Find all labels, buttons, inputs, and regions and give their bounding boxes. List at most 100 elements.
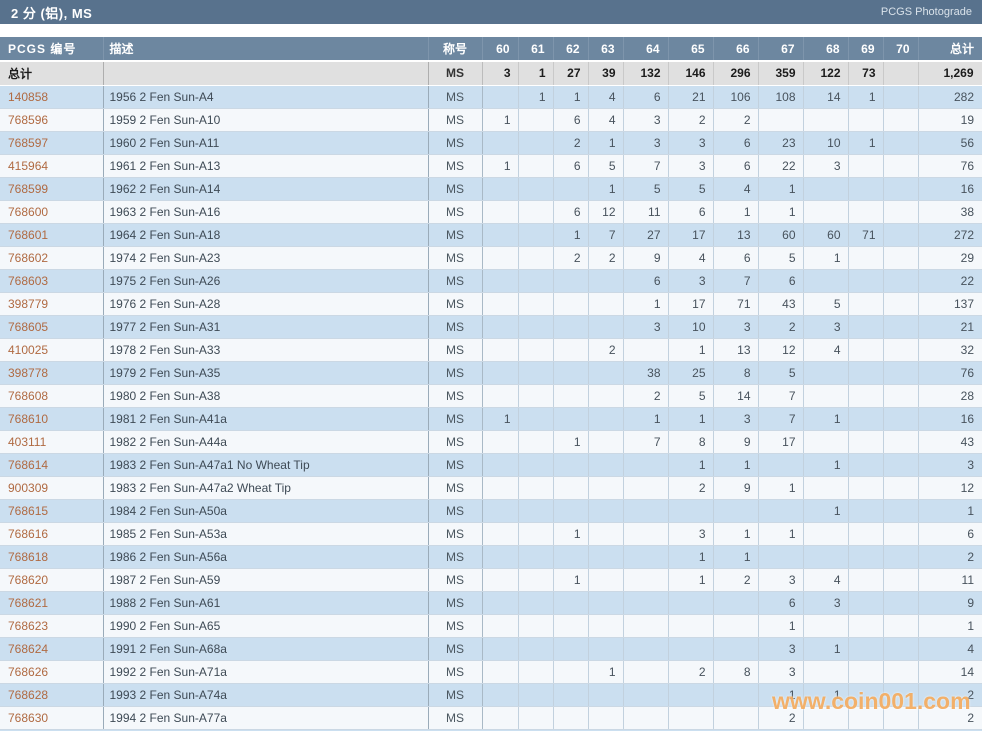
grade-count-70 [883,85,918,108]
coin-description: 1956 2 Fen Sun-A4 [103,85,428,108]
grade-count-69 [848,246,883,269]
grade-count-60 [482,361,518,384]
coin-description: 1962 2 Fen Sun-A14 [103,177,428,200]
grade-count-70 [883,384,918,407]
grade-count-70 [883,223,918,246]
pcgs-number-link[interactable]: 768628 [0,683,103,706]
grade-count-61 [518,614,553,637]
grade-count-63: 2 [588,338,623,361]
grade-count-66: 8 [713,361,758,384]
grade-count-62 [553,499,588,522]
pcgs-number-link[interactable]: 768610 [0,407,103,430]
grade-count-62 [553,706,588,729]
grade-count-62: 6 [553,108,588,131]
grade-count-60: 1 [482,108,518,131]
grade-count-60 [482,246,518,269]
pcgs-number-link[interactable]: 768626 [0,660,103,683]
grade-count-65: 1 [668,338,713,361]
grade-count-65: 3 [668,269,713,292]
grade-count-65: 2 [668,660,713,683]
coin-description: 1987 2 Fen Sun-A59 [103,568,428,591]
pcgs-number-link[interactable]: 768608 [0,384,103,407]
grade-count-66: 9 [713,430,758,453]
grade-count-64: 1 [623,292,668,315]
row-total-cell: 3 [918,453,982,476]
grade-count-65 [668,614,713,637]
designation-cell: MS [428,85,482,108]
grade-count-68 [803,177,848,200]
grade-count-63: 1 [588,660,623,683]
grade-count-63 [588,683,623,706]
pcgs-number-link[interactable]: 768597 [0,131,103,154]
table-row: 398779 1976 2 Fen Sun-A28 MS 1 17 71 43 … [0,292,982,315]
pcgs-number-link[interactable]: 768596 [0,108,103,131]
designation-cell: MS [428,430,482,453]
grade-count-65: 25 [668,361,713,384]
pcgs-number-link[interactable]: 900309 [0,476,103,499]
pcgs-number-link[interactable]: 403111 [0,430,103,453]
pcgs-number-link[interactable]: 140858 [0,85,103,108]
pcgs-photograde-link[interactable]: PCGS Photograde [881,6,972,18]
grade-count-70 [883,637,918,660]
grade-count-68: 1 [803,453,848,476]
pcgs-number-link[interactable]: 768623 [0,614,103,637]
coin-description: 1985 2 Fen Sun-A53a [103,522,428,545]
grade-count-69 [848,108,883,131]
grade-count-67 [758,108,803,131]
grade-count-66: 1 [713,522,758,545]
population-table: PCGS 编号 描述 称号 60 61 62 63 64 65 66 67 68… [0,37,982,730]
header-grade-67: 67 [758,37,803,61]
grade-count-61 [518,453,553,476]
grade-count-61 [518,154,553,177]
grade-count-68 [803,545,848,568]
grade-count-63 [588,361,623,384]
pcgs-number-link[interactable]: 768630 [0,706,103,729]
pcgs-number-link[interactable]: 768599 [0,177,103,200]
pcgs-number-link[interactable]: 768603 [0,269,103,292]
grade-count-67: 1 [758,683,803,706]
grade-count-63 [588,499,623,522]
pcgs-number-link[interactable]: 398778 [0,361,103,384]
designation-cell: MS [428,591,482,614]
pcgs-number-link[interactable]: 768602 [0,246,103,269]
grade-count-68: 4 [803,568,848,591]
pcgs-number-link[interactable]: 768624 [0,637,103,660]
grade-count-62 [553,545,588,568]
grade-count-67: 7 [758,407,803,430]
grade-count-67: 1 [758,614,803,637]
designation-cell: MS [428,453,482,476]
pcgs-number-link[interactable]: 768614 [0,453,103,476]
pcgs-number-link[interactable]: 415964 [0,154,103,177]
pcgs-number-link[interactable]: 398779 [0,292,103,315]
grade-count-64: 27 [623,223,668,246]
pcgs-number-link[interactable]: 768621 [0,591,103,614]
grade-count-69 [848,568,883,591]
pcgs-number-link[interactable]: 768605 [0,315,103,338]
grade-count-69 [848,522,883,545]
totals-grade-67: 359 [758,61,803,85]
pcgs-number-link[interactable]: 768620 [0,568,103,591]
pcgs-number-link[interactable]: 410025 [0,338,103,361]
row-total-cell: 19 [918,108,982,131]
table-row: 768618 1986 2 Fen Sun-A56a MS 1 1 2 [0,545,982,568]
pcgs-number-link[interactable]: 768618 [0,545,103,568]
grade-count-69 [848,430,883,453]
grade-count-63 [588,430,623,453]
grade-count-67: 12 [758,338,803,361]
designation-cell: MS [428,407,482,430]
table-row: 415964 1961 2 Fen Sun-A13 MS 1 6 5 7 3 6… [0,154,982,177]
pcgs-number-link[interactable]: 768600 [0,200,103,223]
grade-count-70 [883,568,918,591]
grade-count-68: 3 [803,315,848,338]
row-total-cell: 76 [918,361,982,384]
row-total-cell: 12 [918,476,982,499]
header-grade-63: 63 [588,37,623,61]
grade-count-60 [482,315,518,338]
grade-count-61 [518,683,553,706]
pcgs-number-link[interactable]: 768601 [0,223,103,246]
pcgs-number-link[interactable]: 768615 [0,499,103,522]
pcgs-number-link[interactable]: 768616 [0,522,103,545]
grade-count-69 [848,292,883,315]
grade-count-69: 1 [848,85,883,108]
grade-count-69 [848,361,883,384]
